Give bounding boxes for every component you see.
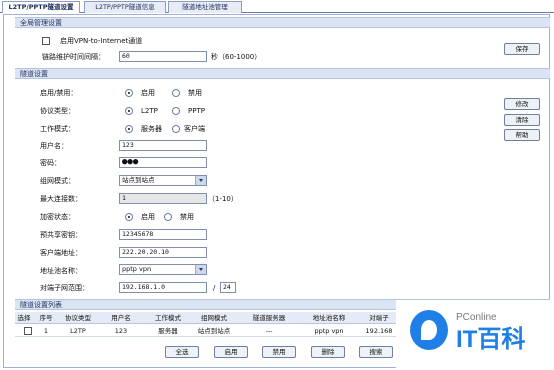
max-conn-range: （1-10） <box>208 195 238 203</box>
password-label: 密码： <box>40 159 61 167</box>
pool-label: 地址池名称： <box>40 267 82 275</box>
client-addr-label: 客户端地址： <box>40 249 82 257</box>
network-mode-label: 组网模式： <box>40 177 75 185</box>
col-pool-name: 地址池名称 <box>312 314 346 322</box>
col-select: 选择 <box>17 314 31 322</box>
enable-off-radio[interactable] <box>172 89 180 97</box>
mode-label: 工作模式： <box>40 125 75 133</box>
network-mode-select[interactable]: 站点到站点 <box>119 175 207 186</box>
row-network-mode: 站点到站点 <box>197 327 231 335</box>
row-username: 123 <box>114 327 128 335</box>
chevron-down-icon <box>195 265 206 274</box>
brand-big-text: IT百科 <box>456 326 526 353</box>
row-tunnel-server: --- <box>265 327 273 335</box>
col-index: 序号 <box>39 314 53 322</box>
psk-input[interactable]: 12345678 <box>119 229 207 240</box>
psk-label: 预共享密钥： <box>40 231 82 239</box>
enable-vpn-label: 启用VPN-to-Internet通道 <box>60 37 143 45</box>
max-conn-label: 最大连接数： <box>40 195 82 203</box>
enable-on-label: 启用 <box>141 89 155 97</box>
tab-bar: L2TP/PPTP隧道设置 L2TP/PPTP隧道信息 隧道地址池管理 <box>0 0 554 13</box>
encryption-off-label: 禁用 <box>180 213 194 221</box>
tab-l2tp-pptp-info[interactable]: L2TP/PPTP隧道信息 <box>84 1 166 13</box>
encryption-on-label: 启用 <box>141 213 155 221</box>
row-protocol: L2TP <box>70 327 86 335</box>
enable-label: 启用/禁用： <box>40 89 78 97</box>
protocol-pptp-label: PPTP <box>188 107 205 115</box>
brand-small-text: PConline <box>456 312 497 323</box>
peer-subnet-input[interactable]: 192.168.1.0 <box>119 282 207 293</box>
network-mode-value: 站点到站点 <box>122 176 155 184</box>
pool-value: pptp vpn <box>122 265 152 273</box>
col-peer: 对端子 <box>369 314 389 322</box>
modify-button[interactable]: 修改 <box>504 98 540 110</box>
chevron-down-icon <box>195 176 206 185</box>
pconline-logo-icon <box>410 310 448 350</box>
tunnel-section-header: 隧道设置 <box>15 68 550 79</box>
brand-watermark: PConline IT百科 <box>396 300 554 370</box>
search-button[interactable]: 搜索 <box>359 346 393 358</box>
protocol-l2tp-label: L2TP <box>141 107 158 115</box>
mode-client-radio[interactable] <box>172 125 180 133</box>
col-mode: 工作模式 <box>155 314 181 322</box>
encryption-label: 加密状态： <box>40 213 75 221</box>
keepalive-unit: 秒（60-1000） <box>211 53 262 61</box>
global-section-header: 全局管理设置 <box>15 17 550 28</box>
peer-subnet-label: 对端子网范围： <box>40 284 89 292</box>
peer-subnet-separator: / <box>213 284 216 292</box>
col-protocol: 协议类型 <box>65 314 91 322</box>
pool-select[interactable]: pptp vpn <box>119 264 207 275</box>
username-input[interactable]: 123 <box>119 140 207 151</box>
enable-on-radio[interactable] <box>125 89 133 97</box>
tab-l2tp-pptp-settings[interactable]: L2TP/PPTP隧道设置 <box>2 1 80 13</box>
keepalive-label: 链路维护时间间隔： <box>42 53 105 61</box>
mode-server-radio[interactable] <box>125 125 133 133</box>
delete-button[interactable]: 删除 <box>311 346 345 358</box>
save-button[interactable]: 保存 <box>504 43 540 55</box>
row-index: 1 <box>43 327 49 335</box>
enable-off-label: 禁用 <box>188 89 202 97</box>
clear-button[interactable]: 清除 <box>504 114 540 126</box>
row-select-checkbox[interactable] <box>24 327 32 335</box>
mode-client-label: 客户端 <box>184 125 205 133</box>
col-username: 用户名 <box>111 314 131 322</box>
protocol-label: 协议类型： <box>40 107 75 115</box>
keepalive-input[interactable]: 60 <box>119 51 207 62</box>
row-pool-name: pptp vpn <box>314 327 344 335</box>
enable-vpn-checkbox[interactable] <box>42 37 50 45</box>
encryption-on-radio[interactable] <box>125 213 133 221</box>
password-input[interactable]: ●●● <box>119 157 207 168</box>
username-label: 用户名： <box>40 142 68 150</box>
help-button[interactable]: 帮助 <box>504 129 540 141</box>
disable-button[interactable]: 禁用 <box>262 346 296 358</box>
mode-server-label: 服务器 <box>141 125 162 133</box>
client-addr-input[interactable]: 222.20.20.10 <box>119 247 207 258</box>
col-tunnel-server: 隧道服务器 <box>252 314 286 322</box>
row-mode: 服务器 <box>158 327 178 335</box>
protocol-l2tp-radio[interactable] <box>125 107 133 115</box>
select-all-button[interactable]: 全选 <box>165 346 199 358</box>
max-conn-input[interactable]: 1 <box>119 193 207 204</box>
tab-address-pool[interactable]: 隧道地址池管理 <box>168 1 242 13</box>
enable-button[interactable]: 启用 <box>214 346 248 358</box>
peer-mask-input[interactable]: 24 <box>220 282 236 293</box>
encryption-off-radio[interactable] <box>164 213 172 221</box>
protocol-pptp-radio[interactable] <box>172 107 180 115</box>
col-network-mode: 组网模式 <box>201 314 227 322</box>
row-peer: 192.168 <box>365 327 393 335</box>
